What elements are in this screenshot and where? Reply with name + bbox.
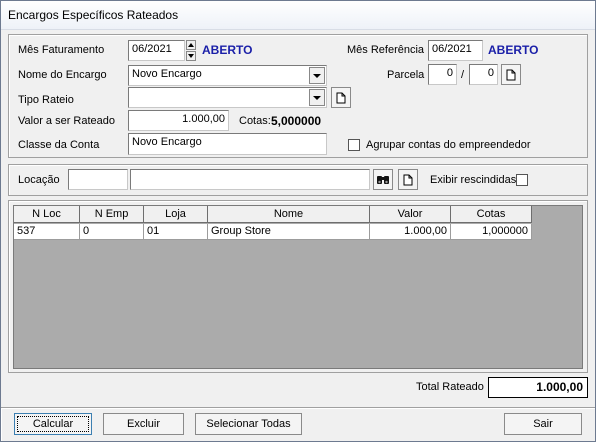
classe-conta-value: Novo Encargo: [132, 136, 202, 148]
valor-rateado-input[interactable]: 1.000,00: [128, 110, 229, 131]
mes-faturamento-status: ABERTO: [202, 43, 253, 57]
cell-loja[interactable]: 01: [144, 224, 208, 240]
selecionar-todas-button[interactable]: Selecionar Todas: [195, 413, 302, 435]
total-rateado-field: 1.000,00: [488, 377, 588, 398]
mes-faturamento-input[interactable]: 06/2021: [128, 40, 185, 61]
new-document-icon: [506, 69, 516, 80]
nome-encargo-value: Novo Encargo: [132, 68, 202, 80]
mes-referencia-input[interactable]: 06/2021: [428, 40, 483, 61]
parcela-separator: /: [461, 69, 465, 81]
parcela-number-value: 0: [446, 67, 453, 79]
mes-faturamento-spinner[interactable]: [186, 40, 196, 61]
locacao-label: Locação: [18, 174, 60, 186]
excluir-button-label: Excluir: [126, 418, 160, 430]
classe-conta-input[interactable]: Novo Encargo: [128, 133, 327, 155]
new-document-icon: [336, 92, 346, 103]
column-header-label: N Loc: [32, 208, 61, 220]
selecionar-todas-button-label: Selecionar Todas: [206, 418, 291, 430]
column-header-label: N Emp: [94, 208, 129, 220]
mes-referencia-status: ABERTO: [488, 43, 539, 57]
total-rateado-label: Total Rateado: [416, 381, 484, 393]
mes-faturamento-label: Mês Faturamento: [18, 44, 105, 56]
title-bar: Encargos Específicos Rateados: [0, 0, 596, 30]
nome-encargo-select[interactable]: Novo Encargo: [128, 65, 327, 86]
valor-rateado-value: 1.000,00: [182, 113, 225, 125]
column-header-valor[interactable]: Valor: [370, 206, 451, 223]
locacao-search-button[interactable]: [373, 169, 393, 190]
column-header-cotas[interactable]: Cotas: [451, 206, 532, 223]
column-header-loja[interactable]: Loja: [144, 206, 208, 223]
new-document-icon: [403, 174, 413, 185]
chevron-down-icon[interactable]: [309, 67, 325, 84]
parcela-new-button[interactable]: [501, 64, 521, 85]
cotas-label: Cotas:: [239, 115, 271, 127]
mes-referencia-label: Mês Referência: [347, 44, 425, 56]
spin-down-icon[interactable]: [186, 51, 196, 61]
tipo-rateio-select[interactable]: [128, 87, 327, 108]
data-grid[interactable]: N Loc N Emp Loja Nome Valor Cotas 537 0 …: [13, 205, 583, 369]
locacao-new-button[interactable]: [398, 169, 418, 190]
column-header-label: Nome: [273, 208, 304, 220]
column-header-nome[interactable]: Nome: [208, 206, 370, 223]
column-header-label: Cotas: [476, 208, 506, 220]
tipo-rateio-new-button[interactable]: [331, 87, 351, 108]
window-title: Encargos Específicos Rateados: [8, 8, 179, 22]
parcela-label: Parcela: [387, 69, 425, 81]
valor-rateado-label: Valor a ser Rateado: [18, 115, 116, 127]
calcular-button[interactable]: Calcular: [14, 413, 92, 435]
chevron-down-icon[interactable]: [309, 89, 325, 106]
exibir-rescindidas-checkbox[interactable]: [516, 174, 528, 186]
parcela-number-input[interactable]: 0: [428, 64, 457, 85]
excluir-button[interactable]: Excluir: [103, 413, 184, 435]
sair-button-label: Sair: [533, 418, 553, 430]
sair-button[interactable]: Sair: [504, 413, 582, 435]
cotas-value: 5,000000: [271, 114, 322, 128]
locacao-name-input[interactable]: [130, 169, 370, 190]
exibir-rescindidas-label: Exibir rescindidas: [430, 174, 517, 186]
column-header-label: Loja: [165, 208, 186, 220]
locacao-code-input[interactable]: [68, 169, 128, 190]
cell-cotas[interactable]: 1,000000: [451, 224, 532, 240]
nome-encargo-label: Nome do Encargo: [18, 69, 107, 81]
parcela-total-input[interactable]: 0: [469, 64, 498, 85]
tipo-rateio-label: Tipo Rateio: [18, 94, 74, 106]
total-rateado-value: 1.000,00: [536, 380, 583, 394]
cell-nemp[interactable]: 0: [80, 224, 144, 240]
agrupar-label: Agrupar contas do empreendedor: [366, 139, 531, 151]
cell-nloc[interactable]: 537: [14, 224, 80, 240]
classe-conta-label: Classe da Conta: [18, 139, 100, 151]
calcular-button-label: Calcular: [32, 418, 74, 430]
column-header-nemp[interactable]: N Emp: [80, 206, 144, 223]
parcela-total-value: 0: [487, 67, 494, 79]
column-header-nloc[interactable]: N Loc: [14, 206, 80, 223]
mes-faturamento-value: 06/2021: [132, 43, 172, 55]
binoculars-icon: [377, 176, 389, 184]
spin-up-icon[interactable]: [186, 40, 196, 50]
mes-referencia-value: 06/2021: [432, 43, 472, 55]
column-header-label: Valor: [397, 208, 423, 220]
cell-nome[interactable]: Group Store: [208, 224, 370, 240]
agrupar-checkbox[interactable]: [348, 139, 360, 151]
cell-valor[interactable]: 1.000,00: [370, 224, 451, 240]
